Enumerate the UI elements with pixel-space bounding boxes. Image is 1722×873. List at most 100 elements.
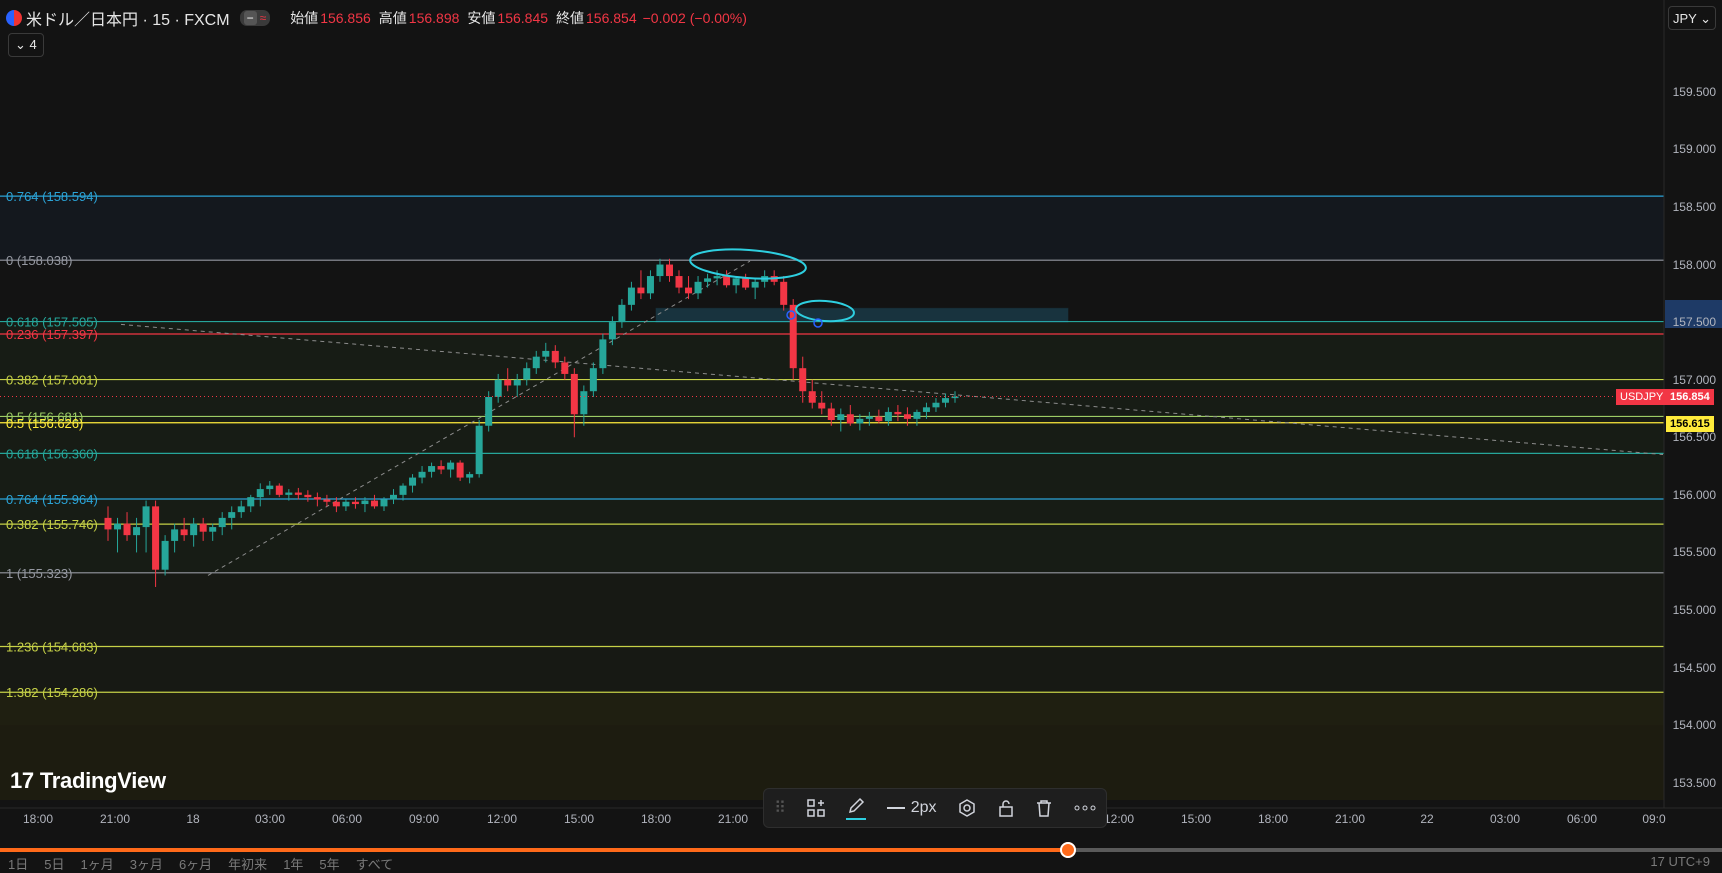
price-tick-10: 154.500: [1672, 660, 1716, 675]
pencil-color-icon[interactable]: [846, 796, 867, 820]
candle-body-36: [447, 462, 455, 470]
range-button-6[interactable]: 1年: [283, 854, 303, 873]
symbol-flag-icon: [6, 10, 22, 26]
template-icon[interactable]: [806, 798, 826, 818]
time-tick-14: 22: [1420, 812, 1434, 826]
last-price-tag: 156.854: [1666, 388, 1714, 405]
fib-zone-bottom: [0, 692, 1664, 800]
time-tick-15: 03:00: [1489, 812, 1521, 826]
drag-handle[interactable]: ⠿: [774, 798, 786, 818]
candle-body-79: [856, 418, 864, 424]
candle-body-57: [646, 276, 654, 294]
candle-body-8: [180, 529, 188, 536]
candle-body-77: [837, 414, 845, 420]
range-button-8[interactable]: すべて: [356, 854, 394, 873]
price-tick-1: 159.000: [1672, 142, 1716, 157]
candle-body-30: [390, 494, 398, 500]
range-button-0[interactable]: 1日: [8, 854, 28, 873]
price-chart[interactable]: 0.764 (158.594)0 (158.038)0.618 (157.505…: [0, 0, 1722, 872]
symbol-price-tag: USDJPY: [1616, 388, 1668, 405]
ohlc-value-2: 156.845: [497, 10, 549, 26]
range-button-2[interactable]: 1ヶ月: [80, 854, 113, 873]
candle-body-12: [218, 517, 226, 528]
candle-body-55: [627, 287, 635, 305]
line-width-button[interactable]: 2px: [886, 799, 937, 817]
lock-icon[interactable]: [997, 798, 1015, 818]
range-button-4[interactable]: 6ヶ月: [179, 854, 212, 873]
fib-level-label-9: 0.382 (155.746): [6, 517, 98, 532]
candle-body-58: [656, 264, 664, 277]
indicators-collapse-button[interactable]: ⌄ 4: [8, 33, 44, 57]
fib-zone-top: [0, 196, 1664, 261]
progress-fill: [0, 848, 1068, 852]
status-badge[interactable]: − ≈: [239, 10, 271, 26]
settings-icon[interactable]: [957, 798, 977, 818]
candle-body-31: [399, 485, 407, 495]
candle-body-68: [751, 281, 759, 288]
candle-body-64: [713, 276, 721, 279]
more-options-icon[interactable]: [1074, 805, 1096, 811]
candle-body-7: [171, 529, 179, 541]
fib-level-label-10: 1 (155.323): [6, 566, 73, 581]
candle-body-38: [466, 474, 474, 478]
candle-body-59: [665, 264, 673, 277]
candle-body-60: [675, 276, 683, 288]
marker-price-tag: 156.615: [1666, 416, 1714, 433]
range-button-5[interactable]: 年初来: [228, 854, 267, 873]
candle-body-82: [884, 411, 892, 422]
time-tick-11: 15:00: [1180, 812, 1212, 826]
tradingview-wordmark: TradingView: [39, 768, 166, 793]
line-width-label: 2px: [910, 799, 937, 816]
price-tick-8: 155.500: [1672, 545, 1716, 560]
candle-body-13: [228, 512, 236, 518]
candle-body-73: [799, 368, 807, 392]
price-tick-7: 156.000: [1672, 487, 1716, 502]
fib-level-label-12: 1.382 (154.286): [6, 685, 98, 700]
candle-body-45: [532, 356, 540, 369]
time-tick-7: 15:00: [563, 812, 595, 826]
symbol-title[interactable]: 米ドル／日本円 · 15 · FXCM: [26, 6, 230, 30]
fib-level-label-11: 1.236 (154.683): [6, 640, 98, 655]
progress-knob[interactable]: [1059, 842, 1076, 858]
ohlc-value-1: 156.898: [408, 10, 460, 26]
progress-track[interactable]: [0, 842, 1722, 858]
candle-body-5: [152, 506, 160, 570]
price-tick-0: 159.500: [1672, 84, 1716, 99]
range-button-7[interactable]: 5年: [319, 854, 339, 873]
candle-body-28: [370, 500, 378, 507]
candle-body-34: [428, 466, 436, 472]
candle-body-63: [704, 278, 712, 282]
ohlc-label-3: 終値: [556, 10, 585, 26]
fib-level-label-7: 0.618 (156.360): [6, 446, 98, 461]
candle-body-43: [513, 379, 521, 386]
candle-body-54: [618, 304, 626, 323]
price-tick-11: 154.000: [1672, 718, 1716, 733]
fib-level-label-6: 0.5 (156.626): [6, 416, 83, 431]
range-button-3[interactable]: 3ヶ月: [130, 854, 163, 873]
candle-body-85: [913, 411, 921, 419]
price-tick-5: 157.000: [1672, 372, 1716, 387]
time-tick-10: 12:00: [1103, 812, 1135, 826]
range-button-1[interactable]: 5日: [44, 854, 64, 873]
tradingview-mark-icon: 17: [10, 768, 34, 793]
timezone-label[interactable]: 17 UTC+9: [1650, 854, 1710, 869]
candle-body-23: [323, 499, 331, 502]
candle-body-48: [561, 362, 569, 374]
time-tick-6: 12:00: [486, 812, 518, 826]
time-tick-1: 21:00: [99, 812, 131, 826]
candle-body-49: [570, 373, 578, 415]
time-tick-13: 21:00: [1334, 812, 1366, 826]
price-tick-3: 158.000: [1672, 257, 1716, 272]
candle-body-24: [332, 501, 340, 507]
candle-body-84: [903, 414, 911, 419]
candle-body-76: [827, 408, 835, 420]
drawing-toolbar: ⠿ 2px: [763, 788, 1107, 828]
trash-icon[interactable]: [1035, 798, 1053, 818]
candle-body-56: [637, 287, 645, 294]
time-tick-16: 06:00: [1566, 812, 1598, 826]
time-tick-2: 18: [186, 812, 200, 826]
candle-body-16: [256, 489, 264, 498]
candle-body-41: [494, 379, 502, 397]
tradingview-logo: 17 TradingView: [10, 768, 166, 794]
currency-select[interactable]: JPY ⌄: [1668, 6, 1716, 30]
